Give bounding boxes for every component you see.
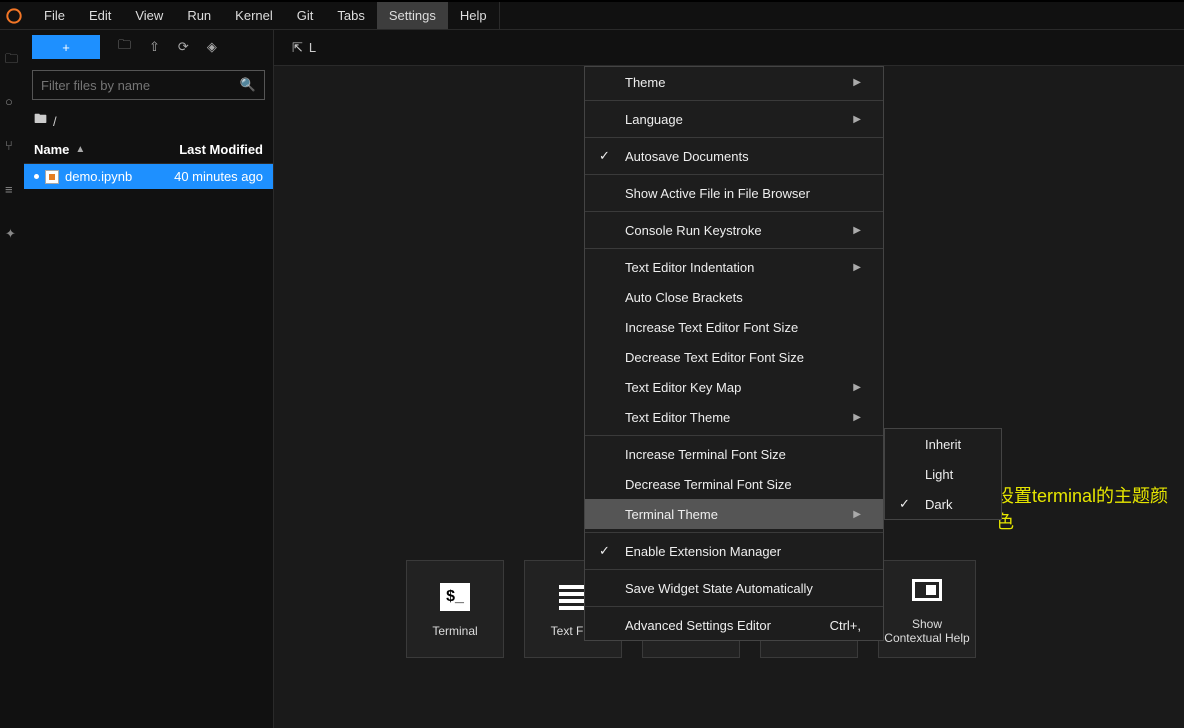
menu-keymap[interactable]: Text Editor Key Map▶ bbox=[585, 372, 883, 402]
card-label: Terminal bbox=[432, 624, 477, 638]
chevron-right-icon: ▶ bbox=[853, 225, 861, 236]
breadcrumb-root: / bbox=[53, 114, 57, 129]
launcher-help[interactable]: Show Contextual Help bbox=[878, 560, 976, 658]
running-icon[interactable]: ○ bbox=[5, 94, 19, 108]
menu-auto-close[interactable]: Auto Close Brackets bbox=[585, 282, 883, 312]
file-list-header: Name ▲ Last Modified bbox=[24, 136, 273, 164]
launcher-tab-icon: ⇱ bbox=[292, 40, 303, 56]
upload-icon[interactable]: ⇧ bbox=[149, 39, 160, 55]
theme-dark[interactable]: ✓Dark bbox=[885, 489, 1001, 519]
chevron-right-icon: ▶ bbox=[853, 412, 861, 423]
adv-shortcut: Ctrl+, bbox=[830, 618, 861, 633]
file-filter[interactable]: 🔍 bbox=[32, 70, 265, 100]
menu-git[interactable]: Git bbox=[285, 2, 326, 29]
git-toolbar-icon[interactable]: ◈ bbox=[207, 39, 217, 55]
chevron-right-icon: ▶ bbox=[853, 509, 861, 520]
annotation-text: 设置terminal的主题颜色 bbox=[996, 482, 1184, 534]
menu-settings[interactable]: Settings bbox=[377, 2, 448, 29]
file-name: demo.ipynb bbox=[65, 169, 132, 184]
menu-text-indent[interactable]: Text Editor Indentation▶ bbox=[585, 252, 883, 282]
settings-dropdown: Theme▶ Language▶ ✓Autosave Documents Sho… bbox=[584, 66, 884, 641]
notebook-icon bbox=[45, 170, 59, 184]
menu-kernel[interactable]: Kernel bbox=[223, 2, 285, 29]
menu-dec-text[interactable]: Decrease Text Editor Font Size bbox=[585, 342, 883, 372]
chevron-right-icon: ▶ bbox=[853, 262, 861, 273]
chevron-right-icon: ▶ bbox=[853, 114, 861, 125]
contextual-help-icon bbox=[912, 579, 942, 601]
breadcrumb[interactable]: 🖿 / bbox=[24, 106, 273, 136]
menu-text-theme[interactable]: Text Editor Theme▶ bbox=[585, 402, 883, 432]
chevron-right-icon: ▶ bbox=[853, 382, 861, 393]
file-row[interactable]: demo.ipynb 40 minutes ago bbox=[24, 164, 273, 189]
chevron-right-icon: ▶ bbox=[853, 77, 861, 88]
menu-adv[interactable]: Advanced Settings EditorCtrl+, bbox=[585, 610, 883, 640]
menu-show-active[interactable]: Show Active File in File Browser bbox=[585, 178, 883, 208]
check-icon: ✓ bbox=[899, 496, 910, 512]
main-area: ⇱ L Theme▶ Language▶ ✓Autosave Documents… bbox=[274, 30, 1184, 728]
extensions-icon[interactable]: ✦ bbox=[5, 226, 19, 240]
activity-bar: 🗀 ○ ⑂ ≡ ✦ bbox=[0, 30, 24, 728]
menu-dec-term[interactable]: Decrease Terminal Font Size bbox=[585, 469, 883, 499]
menu-tabs[interactable]: Tabs bbox=[325, 2, 376, 29]
menu-view[interactable]: View bbox=[123, 2, 175, 29]
menu-save-widget[interactable]: Save Widget State Automatically bbox=[585, 573, 883, 603]
menu-inc-text[interactable]: Increase Text Editor Font Size bbox=[585, 312, 883, 342]
menu-inc-term[interactable]: Increase Terminal Font Size bbox=[585, 439, 883, 469]
folder-icon: 🖿 bbox=[34, 110, 47, 132]
running-dot-icon bbox=[34, 174, 39, 179]
menu-terminal-theme[interactable]: Terminal Theme▶ bbox=[585, 499, 883, 529]
menubar: File Edit View Run Kernel Git Tabs Setti… bbox=[0, 0, 1184, 30]
jupyter-logo bbox=[6, 8, 22, 24]
new-folder-icon[interactable]: 🗀 bbox=[118, 36, 131, 58]
launcher-tab-label: L bbox=[309, 40, 316, 55]
card-label: Show Contextual Help bbox=[883, 617, 971, 645]
menu-file[interactable]: File bbox=[32, 2, 77, 29]
refresh-icon[interactable]: ⟳ bbox=[178, 39, 189, 55]
terminal-theme-submenu: Inherit Light ✓Dark bbox=[884, 428, 1002, 520]
toc-icon[interactable]: ≡ bbox=[5, 182, 19, 196]
git-icon[interactable]: ⑂ bbox=[5, 138, 19, 152]
menu-run[interactable]: Run bbox=[175, 2, 223, 29]
menu-language[interactable]: Language▶ bbox=[585, 104, 883, 134]
textfile-icon bbox=[559, 585, 587, 610]
menu-theme[interactable]: Theme▶ bbox=[585, 67, 883, 97]
search-icon: 🔍 bbox=[240, 77, 256, 93]
file-modified: 40 minutes ago bbox=[174, 169, 263, 184]
menu-help[interactable]: Help bbox=[448, 2, 500, 29]
check-icon: ✓ bbox=[599, 543, 610, 559]
menu-console-run[interactable]: Console Run Keystroke▶ bbox=[585, 215, 883, 245]
menu-ext-mgr[interactable]: ✓Enable Extension Manager bbox=[585, 536, 883, 566]
tab-bar: ⇱ L bbox=[274, 30, 1184, 66]
new-launcher-button[interactable]: + bbox=[32, 35, 100, 59]
theme-inherit[interactable]: Inherit bbox=[885, 429, 1001, 459]
menu-autosave[interactable]: ✓Autosave Documents bbox=[585, 141, 883, 171]
col-name-label[interactable]: Name bbox=[34, 142, 69, 157]
launcher-tab[interactable]: ⇱ L bbox=[282, 30, 326, 65]
plus-icon: + bbox=[62, 40, 70, 55]
launcher-terminal[interactable]: $_ Terminal bbox=[406, 560, 504, 658]
check-icon: ✓ bbox=[599, 148, 610, 164]
menu-edit[interactable]: Edit bbox=[77, 2, 123, 29]
theme-light[interactable]: Light bbox=[885, 459, 1001, 489]
file-filter-input[interactable] bbox=[41, 78, 240, 93]
file-browser: + 🗀 ⇧ ⟳ ◈ 🔍 🖿 / Name ▲ Last Modified bbox=[24, 30, 274, 728]
terminal-icon: $_ bbox=[440, 583, 470, 611]
sort-asc-icon: ▲ bbox=[75, 144, 85, 155]
col-modified-label[interactable]: Last Modified bbox=[179, 142, 263, 157]
folder-icon[interactable]: 🗀 bbox=[5, 50, 19, 64]
